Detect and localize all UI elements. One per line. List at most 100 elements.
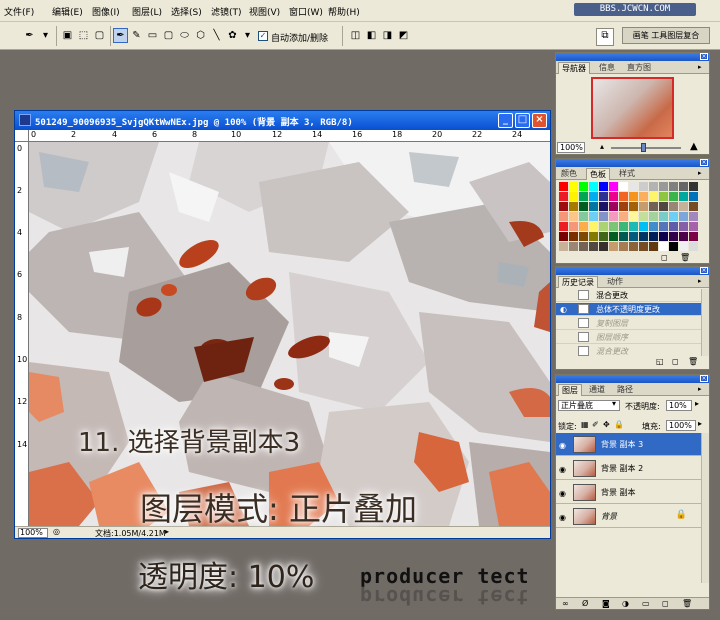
trash-icon[interactable]: 🗑 bbox=[682, 599, 692, 608]
color-swatch[interactable] bbox=[629, 202, 638, 211]
maximize-button[interactable]: □ bbox=[515, 113, 530, 128]
color-swatch[interactable] bbox=[629, 232, 638, 241]
color-swatch[interactable] bbox=[649, 212, 658, 221]
color-swatch[interactable] bbox=[659, 182, 668, 191]
color-swatch[interactable] bbox=[689, 202, 698, 211]
new-group-icon[interactable]: ▭ bbox=[642, 599, 650, 608]
tab-color[interactable]: 颜色 bbox=[558, 168, 580, 180]
color-swatch[interactable] bbox=[639, 242, 648, 251]
color-swatch[interactable] bbox=[589, 202, 598, 211]
tab-paths[interactable]: 路径 bbox=[614, 384, 636, 396]
image-canvas[interactable] bbox=[29, 142, 550, 526]
color-swatch[interactable] bbox=[599, 182, 608, 191]
color-swatch[interactable] bbox=[689, 182, 698, 191]
color-swatch[interactable] bbox=[559, 212, 568, 221]
color-swatch[interactable] bbox=[589, 232, 598, 241]
color-swatch[interactable] bbox=[659, 192, 668, 201]
polygon-icon[interactable]: ⬡ bbox=[193, 28, 208, 43]
lock-all-icon[interactable]: 🔒 bbox=[614, 420, 624, 429]
color-swatch[interactable] bbox=[689, 232, 698, 241]
layer-mask-icon[interactable]: ◙ bbox=[602, 599, 610, 608]
history-item-selected[interactable]: ◐ 总体不透明度更改 bbox=[556, 303, 701, 316]
color-swatch[interactable] bbox=[679, 232, 688, 241]
zoom-out-icon[interactable]: ▴ bbox=[600, 142, 604, 151]
layer-row[interactable]: ◉ 背景 🔒 bbox=[556, 505, 709, 528]
menu-select[interactable]: 选择(S) bbox=[171, 5, 202, 18]
combine-intersect-icon[interactable]: ◨ bbox=[380, 28, 395, 43]
color-swatch[interactable] bbox=[589, 192, 598, 201]
color-swatch[interactable] bbox=[579, 232, 588, 241]
color-swatch[interactable] bbox=[679, 242, 688, 251]
close-icon[interactable]: × bbox=[700, 53, 708, 60]
custom-shape-icon[interactable]: ✿ bbox=[225, 28, 240, 43]
chevron-down-icon[interactable]: ▾ bbox=[38, 28, 53, 43]
rounded-rectangle-icon[interactable]: ▢ bbox=[161, 28, 176, 43]
color-swatch[interactable] bbox=[609, 212, 618, 221]
zoom-field[interactable]: 100% bbox=[18, 528, 48, 538]
color-swatch[interactable] bbox=[559, 242, 568, 251]
panel-menu-icon[interactable]: ▸ bbox=[698, 385, 706, 393]
history-scrollbar[interactable] bbox=[701, 289, 709, 356]
color-swatch[interactable] bbox=[579, 212, 588, 221]
history-item[interactable]: 混合更改 bbox=[556, 345, 701, 356]
pen-icon[interactable]: ✒ bbox=[113, 28, 128, 43]
shape-layers-icon[interactable]: ▣ bbox=[60, 28, 75, 43]
color-swatch[interactable] bbox=[599, 202, 608, 211]
adjustment-layer-icon[interactable]: ◑ bbox=[622, 599, 629, 608]
panel-menu-icon[interactable]: ▸ bbox=[698, 63, 706, 71]
zoom-in-icon[interactable]: ▲ bbox=[690, 141, 698, 152]
auto-add-delete-checkbox[interactable]: ✓ bbox=[258, 31, 268, 41]
layer-row[interactable]: ◉ 背景 副本 2 bbox=[556, 457, 709, 480]
color-swatch[interactable] bbox=[669, 222, 678, 231]
eye-icon[interactable]: ◉ bbox=[559, 489, 566, 498]
chevron-right-icon[interactable]: ▸ bbox=[698, 419, 702, 428]
close-icon[interactable]: × bbox=[700, 375, 708, 382]
color-swatch[interactable] bbox=[639, 202, 648, 211]
palette-well[interactable]: 画笔 工具图层复合 bbox=[622, 27, 710, 44]
color-swatch[interactable] bbox=[659, 222, 668, 231]
fill-field[interactable]: 100% bbox=[666, 420, 696, 431]
blend-mode-select[interactable]: 正片叠底 bbox=[558, 400, 620, 411]
fill-pixels-icon[interactable]: ▢ bbox=[92, 28, 107, 43]
color-swatch[interactable] bbox=[639, 192, 648, 201]
color-swatch[interactable] bbox=[569, 192, 578, 201]
tab-history[interactable]: 历史记录 bbox=[558, 276, 598, 288]
menu-help[interactable]: 帮助(H) bbox=[328, 5, 360, 18]
color-swatch[interactable] bbox=[659, 232, 668, 241]
color-swatch[interactable] bbox=[689, 242, 698, 251]
color-swatch[interactable] bbox=[679, 212, 688, 221]
color-swatch[interactable] bbox=[589, 182, 598, 191]
color-swatch[interactable] bbox=[619, 182, 628, 191]
close-button[interactable]: × bbox=[532, 113, 547, 128]
color-swatch[interactable] bbox=[559, 232, 568, 241]
tab-navigator[interactable]: 导航器 bbox=[558, 62, 590, 74]
color-swatch[interactable] bbox=[679, 192, 688, 201]
eye-icon[interactable]: ◉ bbox=[559, 465, 566, 474]
color-swatch[interactable] bbox=[609, 182, 618, 191]
color-swatch[interactable] bbox=[689, 192, 698, 201]
color-swatch[interactable] bbox=[559, 182, 568, 191]
color-swatch[interactable] bbox=[639, 212, 648, 221]
document-title-bar[interactable]: 501249_90096935_SvjgQKtWwNEx.jpg @ 100% … bbox=[15, 111, 550, 130]
new-layer-icon[interactable]: ◻ bbox=[662, 599, 669, 608]
menu-image[interactable]: 图像(I) bbox=[92, 5, 120, 18]
minimize-button[interactable]: _ bbox=[498, 113, 513, 128]
menu-file[interactable]: 文件(F) bbox=[4, 5, 34, 18]
color-swatch[interactable] bbox=[659, 202, 668, 211]
chevron-right-icon[interactable]: ▸ bbox=[695, 399, 699, 408]
color-swatch[interactable] bbox=[619, 212, 628, 221]
chevron-down-icon[interactable]: ▾ bbox=[612, 399, 616, 408]
color-swatch[interactable] bbox=[679, 222, 688, 231]
tab-actions[interactable]: 动作 bbox=[604, 276, 626, 288]
color-swatch[interactable] bbox=[559, 202, 568, 211]
color-swatch[interactable] bbox=[609, 242, 618, 251]
color-swatch[interactable] bbox=[649, 202, 658, 211]
menu-view[interactable]: 视图(V) bbox=[249, 5, 280, 18]
color-swatch[interactable] bbox=[559, 192, 568, 201]
tab-histogram[interactable]: 直方图 bbox=[624, 62, 654, 74]
color-swatch[interactable] bbox=[629, 182, 638, 191]
menu-layer[interactable]: 图层(L) bbox=[132, 5, 162, 18]
line-icon[interactable]: ╲ bbox=[209, 28, 224, 43]
color-swatch[interactable] bbox=[639, 222, 648, 231]
history-item[interactable]: 图层顺序 bbox=[556, 331, 701, 344]
